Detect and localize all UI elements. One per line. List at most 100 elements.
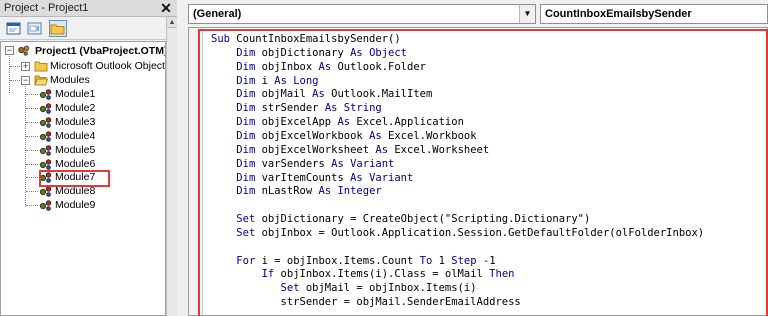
code-line[interactable]: Dim varItemCounts As Variant [211, 171, 413, 185]
code-keyword: As [369, 129, 389, 142]
code-keyword: As [375, 143, 395, 156]
code-keyword: Dim [236, 74, 262, 87]
code-keyword: Dim [236, 116, 262, 129]
folder-icon [50, 24, 65, 35]
chevron-down-icon[interactable]: ▼ [519, 5, 535, 23]
tree-module-module6[interactable]: Module6 [55, 158, 95, 171]
object-dropdown-value: (General) [193, 8, 242, 20]
project-explorer-scrollbar[interactable]: ▲ [166, 17, 177, 316]
outlook-objects-expand-icon[interactable]: + [21, 62, 30, 71]
procedure-dropdown[interactable]: CountInboxEmailsbySender [540, 4, 768, 24]
module-icon [39, 144, 52, 156]
code-line[interactable]: Dim objExcelApp As Excel.Application [211, 115, 464, 129]
code-line[interactable]: For i = objInbox.Items.Count To 1 Step -… [211, 254, 496, 268]
code-line[interactable]: strSender = objMail.SenderEmailAddress [211, 295, 521, 309]
tree-folder-modules[interactable]: Modules [50, 74, 90, 87]
code-keyword: As [318, 185, 338, 198]
project-explorer-toolbar [0, 17, 177, 40]
tree-module-module2[interactable]: Module2 [55, 102, 95, 115]
code-line[interactable]: Dim i As Long [211, 74, 318, 88]
code-token: Outlook.Folder [337, 60, 426, 73]
close-icon[interactable]: ✕ [158, 0, 174, 16]
code-line[interactable]: Set objInbox = Outlook.Application.Sessi… [211, 226, 704, 240]
code-keyword: Dim [236, 102, 262, 115]
code-keyword: As [318, 60, 338, 73]
code-keyword: As [274, 74, 294, 87]
tree-module-module5[interactable]: Module5 [55, 144, 95, 157]
code-line[interactable]: Dim strSender As String [211, 101, 381, 115]
tree-module-module1[interactable]: Module1 [55, 88, 95, 101]
code-token: varItemCounts [261, 171, 351, 184]
code-token: objExcelWorkbook [261, 129, 370, 142]
code-line[interactable]: Dim objMail As Outlook.MailItem [211, 87, 432, 101]
code-token: strSender [261, 102, 325, 115]
tree-module-module3[interactable]: Module3 [55, 116, 95, 129]
code-keyword: As [331, 157, 351, 170]
code-token: Excel.Workbook [388, 129, 477, 142]
code-line[interactable]: Dim objExcelWorkbook As Excel.Workbook [211, 129, 477, 143]
vba-project-icon [18, 45, 30, 56]
code-keyword: Object [369, 46, 408, 59]
code-line[interactable]: Dim nLastRow As Integer [211, 184, 381, 198]
modules-collapse-icon[interactable]: − [21, 76, 30, 85]
code-line[interactable]: Set objMail = objInbox.Items(i) [211, 281, 477, 295]
code-keyword: As [312, 88, 332, 101]
code-keyword: If [261, 268, 281, 281]
code-line[interactable]: Dim objInbox As Outlook.Folder [211, 60, 426, 74]
module-icon [39, 158, 52, 170]
project-explorer-title: Project - Project1 [4, 2, 89, 14]
tree-module-module9[interactable]: Module9 [55, 199, 95, 212]
code-token: CountInboxEmailsbySender() [236, 33, 401, 45]
code-token: varSenders [261, 157, 332, 170]
code-keyword: Dim [236, 157, 262, 170]
module-icon [39, 89, 52, 100]
view-object-icon [27, 22, 42, 35]
code-keyword: Dim [236, 60, 262, 73]
code-line[interactable]: Set objDictionary = CreateObject("Script… [211, 212, 590, 226]
root-collapse-icon[interactable]: − [5, 46, 14, 55]
scroll-up-arrow-icon[interactable]: ▲ [167, 17, 177, 28]
code-keyword: Dim [236, 46, 262, 59]
code-keyword: Set [236, 213, 262, 226]
tree-folder-outlook-objects[interactable]: Microsoft Outlook Objects [50, 60, 165, 73]
code-token: nLastRow [261, 185, 319, 198]
tree-module-module4[interactable]: Module4 [55, 130, 95, 143]
code-line[interactable]: Dim varSenders As Variant [211, 157, 394, 171]
view-object-button[interactable] [26, 20, 44, 37]
code-token: 1 [438, 254, 452, 267]
code-line[interactable]: Dim objDictionary As Object [211, 46, 407, 60]
module-icon [39, 130, 52, 142]
module7-highlight-box [39, 170, 110, 187]
view-code-icon [6, 22, 21, 35]
code-line[interactable]: Sub CountInboxEmailsbySender() [211, 32, 401, 46]
object-dropdown[interactable]: (General) ▼ [188, 4, 536, 24]
code-token: objExcelApp [261, 116, 338, 129]
code-keyword: As [350, 46, 370, 59]
code-keyword: Sub [211, 33, 237, 45]
toggle-folders-button[interactable] [49, 20, 67, 37]
code-keyword: Then [489, 268, 515, 281]
tree-module-module8[interactable]: Module8 [55, 185, 95, 198]
view-code-button[interactable] [5, 20, 23, 37]
code-token: objMail [261, 88, 313, 101]
module-icon [39, 200, 52, 211]
code-token: i [261, 74, 275, 87]
code-keyword: Set [280, 282, 306, 295]
code-line[interactable]: If objInbox.Items(i).Class = olMail Then [211, 267, 515, 281]
code-line[interactable]: Dim objExcelWorksheet As Excel.Worksheet [211, 143, 489, 157]
code-token: -1 [482, 254, 496, 267]
folder-icon [34, 61, 48, 72]
module-icon [39, 117, 52, 128]
tree-project-root[interactable]: Project1 (VbaProject.OTM) [35, 45, 165, 58]
code-token: objDictionary [261, 46, 351, 59]
